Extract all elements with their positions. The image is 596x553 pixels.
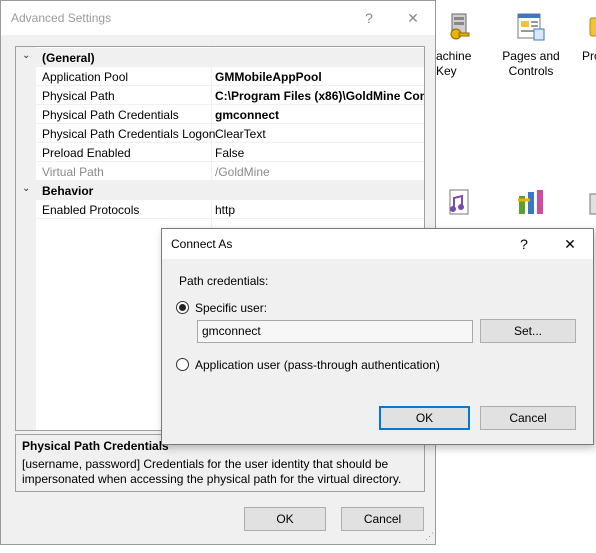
property-value[interactable]: GMMobileAppPool	[215, 70, 322, 84]
category-behavior[interactable]: ⌄ Behavior	[16, 181, 424, 200]
cancel-button[interactable]: Cancel	[341, 507, 424, 531]
application-user-radio[interactable]	[176, 358, 189, 371]
specific-user-radio[interactable]	[176, 301, 189, 314]
category-label: (General)	[42, 51, 95, 65]
property-value: /GoldMine	[215, 165, 270, 179]
connect-as-titlebar[interactable]: Connect As ? ✕	[162, 229, 593, 259]
connect-as-dialog: Connect As ? ✕ Path credentials: Specifi…	[161, 228, 594, 445]
property-row-credentials-logon[interactable]: Physical Path Credentials Logon ClearTex…	[16, 124, 424, 143]
description-text: [username, password] Credentials for the…	[22, 457, 402, 486]
cancel-button[interactable]: Cancel	[480, 406, 576, 430]
property-value[interactable]: C:\Program Files (x86)\GoldMine Conn	[215, 89, 424, 103]
pages-controls-icon[interactable]	[516, 12, 546, 42]
property-row-application-pool[interactable]: Application Pool GMMobileAppPool	[16, 67, 424, 86]
property-value[interactable]: False	[215, 146, 244, 160]
property-name: Virtual Path	[42, 165, 104, 179]
chevron-down-icon[interactable]: ⌄	[22, 183, 30, 194]
mime-types-icon[interactable]	[444, 188, 474, 218]
close-button[interactable]: ✕	[557, 233, 583, 255]
property-name: Application Pool	[42, 70, 129, 84]
property-name: Enabled Protocols	[42, 203, 140, 217]
application-user-label[interactable]: Application user (pass-through authentic…	[195, 358, 440, 372]
help-button[interactable]: ?	[355, 7, 383, 29]
machine-key-label[interactable]: achine Key	[436, 49, 492, 79]
ok-button[interactable]: OK	[244, 507, 326, 531]
ok-button[interactable]: OK	[379, 406, 470, 430]
property-name: Physical Path Credentials	[42, 108, 179, 122]
property-row-physical-path-credentials[interactable]: Physical Path Credentials gmconnect	[16, 105, 424, 124]
chevron-down-icon[interactable]: ⌄	[22, 50, 30, 61]
description-title: Physical Path Credentials	[22, 439, 169, 453]
providers-label[interactable]: Pro	[582, 49, 596, 64]
close-button[interactable]: ✕	[399, 7, 427, 29]
pages-controls-label[interactable]: Pages and Controls	[498, 49, 564, 79]
advanced-settings-title: Advanced Settings	[11, 11, 112, 25]
username-field[interactable]: gmconnect	[197, 320, 473, 343]
providers-icon[interactable]	[588, 12, 596, 42]
advanced-settings-titlebar[interactable]: Advanced Settings ? ✕	[1, 1, 435, 35]
category-general[interactable]: ⌄ (General)	[16, 48, 424, 67]
property-name: Preload Enabled	[42, 146, 131, 160]
connect-as-title: Connect As	[171, 237, 233, 251]
property-row-physical-path[interactable]: Physical Path C:\Program Files (x86)\Gol…	[16, 86, 424, 105]
path-credentials-label: Path credentials:	[179, 274, 269, 288]
resize-grip-icon[interactable]: ⋰	[425, 531, 434, 542]
output-caching-icon[interactable]	[588, 188, 596, 218]
property-name: Physical Path Credentials Logon	[42, 127, 216, 141]
property-value[interactable]: ClearText	[215, 127, 266, 141]
property-name: Physical Path	[42, 89, 115, 103]
property-row-preload-enabled[interactable]: Preload Enabled False	[16, 143, 424, 162]
property-row-virtual-path[interactable]: Virtual Path /GoldMine	[16, 162, 424, 181]
modules-icon[interactable]	[516, 188, 546, 218]
category-label: Behavior	[42, 184, 94, 198]
specific-user-label[interactable]: Specific user:	[195, 301, 267, 315]
property-value[interactable]: http	[215, 203, 235, 217]
property-value[interactable]: gmconnect	[215, 108, 279, 122]
property-row-enabled-protocols[interactable]: Enabled Protocols http	[16, 200, 424, 219]
set-button[interactable]: Set...	[480, 319, 576, 343]
help-button[interactable]: ?	[511, 233, 537, 255]
machine-key-icon[interactable]	[444, 12, 474, 42]
